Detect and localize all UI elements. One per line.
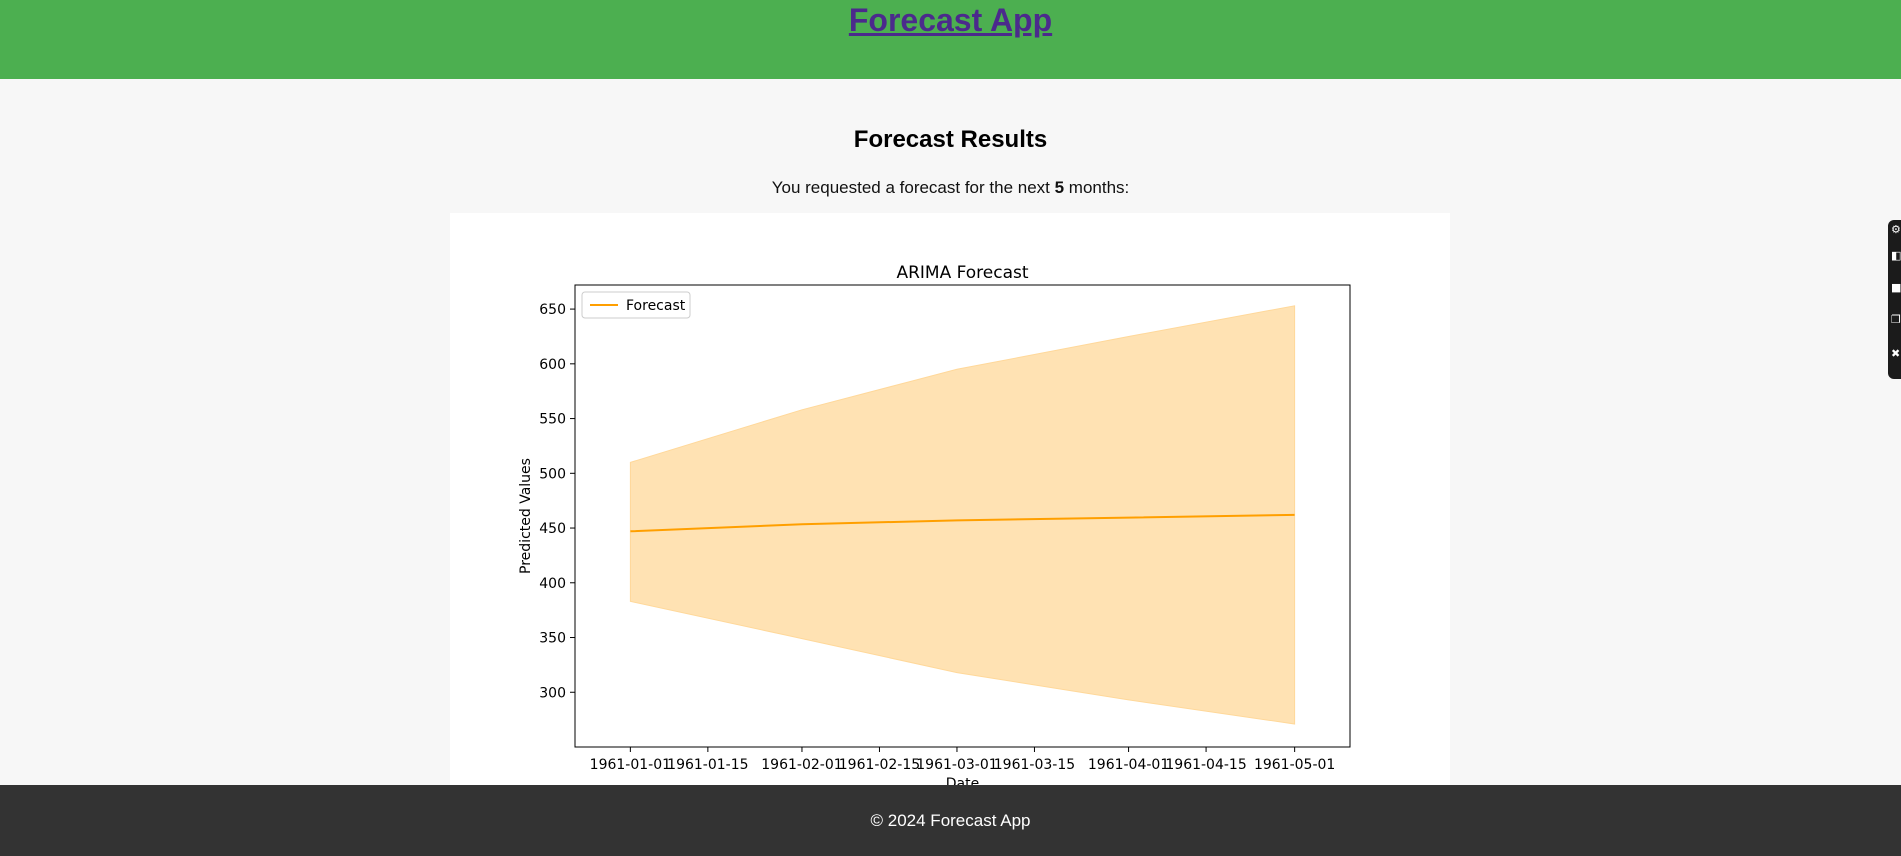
page-title: Forecast Results (853, 126, 1048, 153)
x-tick-label: 1961-02-01 (761, 757, 842, 773)
x-tick-label: 1961-03-15 (994, 757, 1075, 773)
tool-icon[interactable]: ✖ (1891, 348, 1901, 360)
y-tick-label: 450 (539, 521, 566, 537)
intro-prefix: You requested a forecast for the next (771, 178, 1055, 197)
y-axis-label: Predicted Values (518, 458, 534, 574)
x-tick-label: 1961-01-15 (667, 757, 748, 773)
chart-title: ARIMA Forecast (896, 263, 1028, 283)
confidence-band (629, 305, 1296, 725)
y-tick-label: 550 (539, 412, 566, 428)
app-title-link[interactable]: Forecast App (0, 2, 1901, 39)
forecast-chart-card: 1961-01-01 1961-01-15 1961-02-01 1961-02-15… (450, 213, 1450, 785)
x-tick-label: 1961-01-01 (590, 757, 671, 773)
x-axis-label: Date (946, 776, 979, 785)
x-tick-label: 1961-04-01 (1088, 757, 1169, 773)
y-tick-label: 300 (539, 685, 566, 701)
footer-bar: © 2024 Forecast App (0, 785, 1901, 856)
x-tick-label: 1961-02-15 (839, 757, 920, 773)
y-tick-label: 600 (539, 357, 566, 373)
settings-icon[interactable]: ⚙ (1891, 224, 1901, 236)
intro-suffix: months: (1064, 178, 1130, 197)
forecast-intro-text: You requested a forecast for the next 5 … (0, 178, 1901, 198)
window-icon[interactable]: ◧ (1891, 250, 1901, 262)
months-count: 5 (1054, 178, 1065, 197)
x-tick-label: 1961-04-15 (1165, 757, 1246, 773)
legend-label: Forecast (626, 298, 686, 314)
y-tick-label: 400 (539, 576, 566, 592)
x-tick-label: 1961-03-01 (916, 757, 997, 773)
header-bar: Forecast App (0, 0, 1901, 79)
square-icon[interactable]: ■ (1891, 282, 1901, 294)
y-tick-label: 500 (539, 466, 566, 482)
forecast-chart: 1961-01-011961-01-15 1961-02-011961-02-15… (518, 263, 1351, 785)
copy-icon[interactable]: ❐ (1891, 314, 1901, 326)
y-tick-label: 350 (539, 631, 566, 647)
y-tick-label: 650 (539, 302, 566, 318)
footer-copyright: © 2024 Forecast App (870, 811, 1031, 830)
side-toolbar: ⚙ ◧ ■ ❐ ✖ (1888, 220, 1901, 379)
x-tick-label: 1961-05-01 (1254, 757, 1335, 773)
